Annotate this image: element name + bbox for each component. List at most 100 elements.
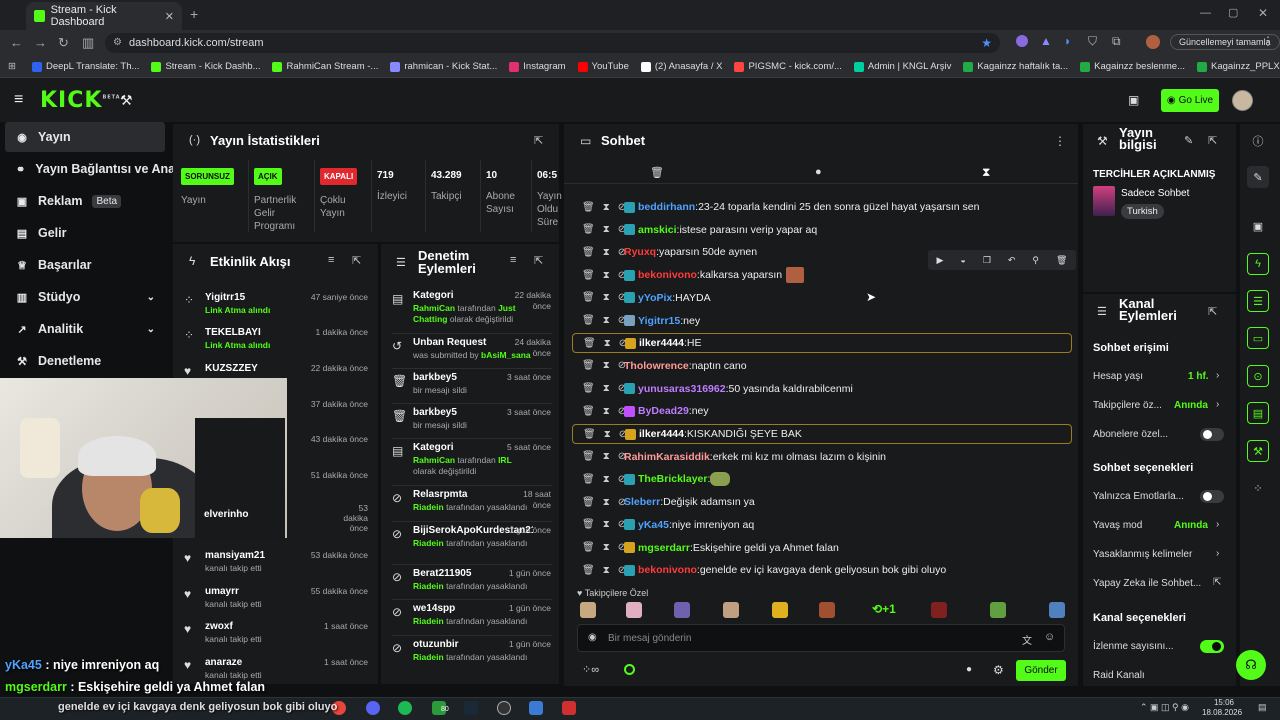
chat-message[interactable]: 🗑 ⧗ ⊘ RahimKarasiddik: erkek mi kız mı olma… — [572, 447, 1072, 467]
discord-taskbar-icon[interactable] — [366, 701, 380, 715]
timeout-hourglass-icon[interactable]: ⧗ — [982, 165, 990, 180]
chat-username[interactable]: beddirhann — [638, 201, 695, 213]
camera-icon[interactable]: ▣ — [1247, 215, 1269, 237]
banned-words-label[interactable]: Yasaklanmış kelimeler — [1093, 549, 1192, 560]
delete-icon[interactable]: 🗑 — [582, 292, 595, 303]
play-icon[interactable]: ▶ — [936, 255, 943, 266]
timeout-icon[interactable]: ⧗ — [603, 360, 610, 371]
steam-taskbar-icon[interactable] — [464, 701, 478, 715]
delete-icon[interactable]: 🗑 — [582, 270, 595, 281]
delete-icon[interactable]: 🗑 — [582, 451, 595, 462]
app-taskbar-icon[interactable] — [529, 701, 543, 715]
bookmark-item[interactable]: Kagainzz beslenme... — [1080, 61, 1185, 72]
emote-count[interactable]: ⟲+1 — [872, 602, 896, 616]
chat-username[interactable]: mgserdarr — [638, 542, 690, 554]
close-tab-icon[interactable]: ✕ — [165, 10, 174, 23]
edit-pencil-icon[interactable]: ✎ — [1247, 166, 1269, 188]
sidebar-item-home[interactable]: ◉ Yayın — [5, 122, 165, 152]
delete-icon[interactable]: 🗑 — [582, 519, 595, 530]
emoji-icon[interactable]: ☺ — [1044, 631, 1055, 643]
chat-username[interactable]: Yigitrr15 — [638, 315, 680, 327]
user-avatar[interactable] — [1232, 90, 1253, 111]
timeout-icon[interactable]: ⧗ — [603, 202, 610, 213]
app-taskbar-icon[interactable]: 80 — [432, 701, 449, 715]
chat-message[interactable]: 🗑 ⧗ ⊘ Sleberr: Değişik adamsın ya — [572, 492, 1072, 512]
chat-message[interactable]: 🗑 ⧗ ⊘ yunusaras316962: 50 yasında kaldırabi… — [572, 379, 1072, 399]
obs-taskbar-icon[interactable] — [497, 701, 511, 715]
send-button[interactable]: Gönder — [1016, 660, 1066, 681]
users-icon[interactable]: ⁘ — [1247, 477, 1269, 499]
close-window-icon[interactable]: ✕ — [1258, 6, 1268, 20]
chat-username[interactable]: yunusaras316962 — [638, 383, 726, 395]
new-tab-icon[interactable]: + — [190, 6, 198, 22]
url-input[interactable]: ⚙ dashboard.kick.com/stream ★ — [105, 33, 1000, 53]
bookmark-item[interactable]: PIGSMC - kick.com/... — [734, 61, 842, 72]
support-headset-icon[interactable]: ☊ — [1236, 650, 1266, 680]
chat-message[interactable]: 🗑 ⧗ ⊘ mgserdarr: Eskişehire geldi ya Ahmet … — [572, 538, 1072, 558]
sidebar-toggle-icon[interactable]: ▥ — [82, 35, 94, 51]
reload-icon[interactable]: ↻ — [58, 35, 69, 51]
hamburger-menu-icon[interactable]: ≡ — [14, 91, 23, 109]
popout-icon[interactable]: ⇱ — [1208, 134, 1217, 147]
emote-button[interactable] — [626, 602, 642, 618]
chat-message[interactable]: 🗑 ⧗ ⊘ ByDead29: ney — [572, 401, 1072, 421]
timeout-icon[interactable]: ⧗ — [604, 429, 611, 440]
extension-icon[interactable]: ◗ — [1064, 34, 1071, 48]
more-icon[interactable]: ⋮ — [1054, 134, 1066, 148]
timeout-icon[interactable]: ⧗ — [603, 292, 610, 303]
list-icon[interactable]: ☰ — [1247, 290, 1269, 312]
tray-icons[interactable]: ⌃ ▣ ◫ ⚲ ◉ — [1140, 702, 1189, 713]
chat-icon[interactable]: ▭ — [1247, 327, 1269, 349]
chat-message[interactable]: 🗑 ⧗ ⊘ amskici: istese parasını verip yapar … — [572, 220, 1072, 240]
reply-icon[interactable]: ◒ — [960, 255, 965, 265]
chat-username[interactable]: Sleberr — [624, 496, 660, 508]
bookmark-item[interactable]: DeepL Translate: Th... — [31, 61, 139, 72]
timeout-icon[interactable]: ⧗ — [603, 519, 610, 530]
emote-button[interactable] — [1049, 602, 1065, 618]
followers-only-value[interactable]: Anında — [1174, 400, 1208, 411]
chat-username[interactable]: Tholowrence — [624, 360, 689, 372]
theater-mode-icon[interactable]: ▣ — [1128, 93, 1139, 107]
timeout-icon[interactable]: ⧗ — [603, 497, 610, 508]
chat-message[interactable]: 🗑 ⧗ ⊘ bekonivono: genelde ev içi kavgaya de… — [572, 560, 1072, 580]
settings-gear-icon[interactable]: ⚙ — [993, 663, 1004, 677]
chat-bubble-icon[interactable]: ● — [815, 166, 822, 178]
chat-message[interactable]: 🗑 ⧗ ⊘ yKa45: niye imreniyon aq — [572, 515, 1072, 535]
sidebar-item-ad[interactable]: ▣ Reklam Beta — [0, 186, 165, 216]
chat-username[interactable]: yKa45 — [638, 519, 669, 531]
status-ring-icon[interactable] — [624, 664, 635, 675]
popout-icon[interactable]: ⇱ — [534, 254, 543, 267]
delete-icon[interactable]: 🗑 — [582, 565, 595, 576]
emote-button[interactable] — [931, 602, 947, 618]
back-icon[interactable]: ← — [10, 35, 23, 50]
app-taskbar-icon[interactable] — [562, 701, 576, 715]
timeout-icon[interactable]: ⧗ — [603, 224, 610, 235]
delete-icon[interactable]: 🗑 — [582, 202, 595, 213]
go-live-button[interactable]: ◉ Go Live — [1161, 89, 1219, 112]
bookmark-star-icon[interactable]: ★ — [981, 33, 992, 53]
kick-logo[interactable]: KICKBETA — [40, 88, 121, 113]
bookmark-item[interactable]: Kagainzz_PPLXUL -... — [1197, 61, 1280, 72]
delete-icon[interactable]: 🗑 — [582, 224, 595, 235]
delete-icon[interactable]: 🗑 — [583, 429, 596, 440]
browser-tab[interactable]: Stream - Kick Dashboard ✕ — [26, 2, 182, 30]
popout-icon[interactable]: ⇱ — [534, 134, 543, 147]
subscribers-only-toggle[interactable] — [1200, 428, 1224, 441]
ai-chat-label[interactable]: Yapay Zeka ile Sohbet... — [1093, 578, 1201, 589]
bookmark-item[interactable]: Admin | KNGL Arşiv — [853, 61, 951, 72]
apps-grid-icon[interactable]: ⊞ — [8, 61, 16, 72]
chat-username[interactable]: ilker4444 — [639, 337, 684, 349]
bookmark-item[interactable]: RahmiCan Stream -... — [272, 61, 378, 72]
chat-message[interactable]: 🗑 ⧗ ⊘ ilker4444: KISKANDIĞI ŞEYE BAK — [572, 424, 1072, 444]
sidebar-item-link[interactable]: ⚭ Yayın Bağlantısı ve Anahtar — [0, 154, 199, 184]
sidebar-item-analytics[interactable]: ↗ Analitik ⌄ — [0, 314, 165, 344]
chat-message[interactable]: 🗑 ⧗ ⊘ yYoPix: HAYDA — [572, 288, 1072, 308]
spotify-taskbar-icon[interactable] — [398, 701, 412, 715]
profile-avatar[interactable] — [1146, 35, 1160, 49]
extensions-puzzle-icon[interactable]: ⧉ — [1112, 34, 1121, 49]
delete-icon[interactable]: 🗑 — [582, 315, 595, 326]
account-age-value[interactable]: 1 hf. — [1188, 371, 1209, 382]
chat-username[interactable]: Ryuxq — [624, 246, 656, 258]
hammer-icon[interactable]: ⚒ — [120, 92, 133, 109]
deleted-messages-icon[interactable]: 🗑 — [650, 166, 664, 179]
